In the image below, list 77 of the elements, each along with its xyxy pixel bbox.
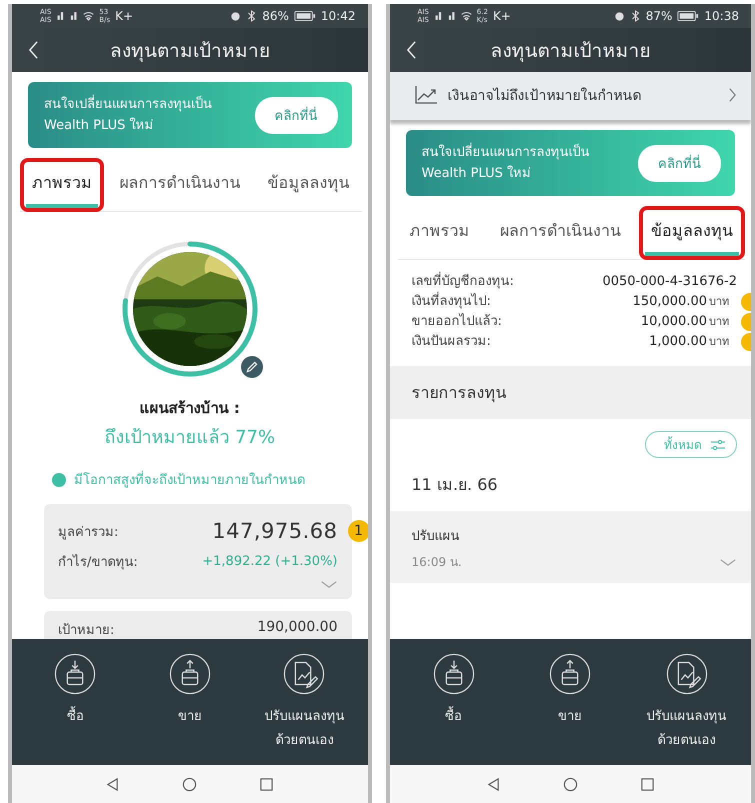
banner-text: สนใจเปลี่ยนแผนการลงทุนเป็น Wealth PLUS ใหม่ xyxy=(422,142,590,184)
progress-text: ถึงเป้าหมายแล้ว 77% xyxy=(103,426,276,450)
trend-chart-icon xyxy=(414,85,438,105)
sell-briefcase-icon[interactable] xyxy=(549,653,592,695)
summary-label: มูลค่ารวม: xyxy=(58,524,118,542)
signal-icon xyxy=(56,11,78,21)
back-nav-icon[interactable] xyxy=(105,776,120,792)
battery-percent: 86% xyxy=(262,9,289,23)
tab[interactable]: ผลการดำเนินงาน xyxy=(113,162,246,208)
chevron-down-icon xyxy=(719,558,737,567)
signal-icon xyxy=(434,11,456,21)
wifi-icon xyxy=(460,10,472,22)
back-nav-icon[interactable] xyxy=(486,776,501,792)
alert-text: เงินอาจไม่ถึงเป้าหมายในกำหนด xyxy=(448,86,642,106)
chevron-right-icon xyxy=(728,87,737,103)
back-icon[interactable] xyxy=(28,40,39,60)
info-value: 0050-000-4-31676-2 xyxy=(602,273,737,291)
action-label[interactable]: ขาย xyxy=(178,705,202,729)
edit-icon[interactable] xyxy=(240,356,263,378)
annotation-badge: 1 xyxy=(348,520,368,542)
info-label: เงินปันผลรวม: xyxy=(412,333,492,351)
status-text: K+ xyxy=(115,9,134,23)
sell-briefcase-icon[interactable] xyxy=(168,653,211,695)
info-value: 150,000.00 xyxy=(632,293,707,311)
action-label[interactable]: ปรับแผนลงทุน ด้วยตนเอง xyxy=(264,705,344,753)
unit-label: บาท xyxy=(709,314,730,330)
tab[interactable]: ผลการดำเนินงาน xyxy=(494,210,627,256)
info-value: 1,000.00 xyxy=(649,333,707,351)
summary-value: 147,975.68 xyxy=(212,519,338,543)
target-value: 190,000.00 xyxy=(257,619,338,637)
status-text: K+ xyxy=(492,9,511,23)
info-label: เลขที่บัญชีกองทุน: xyxy=(412,272,602,292)
plan-name: แผนสร้างบ้าน : xyxy=(138,398,241,419)
tab[interactable]: ข้อมูลลงทุน xyxy=(645,210,739,256)
alert-bar[interactable]: เงินอาจไม่ถึงเป้าหมายในกำหนด xyxy=(390,72,751,120)
summary-value: +1,892.22 (+1.30%) xyxy=(202,554,338,568)
unit-label: บาท xyxy=(709,334,730,350)
recents-nav-icon[interactable] xyxy=(640,776,655,792)
buy-briefcase-icon[interactable] xyxy=(432,653,475,695)
action-label[interactable]: ซื้อ xyxy=(445,705,462,729)
status-text: มีโอกาสสูงที่จะถึงเป้าหมายภายในกำหนด xyxy=(74,469,305,490)
home-nav-icon[interactable] xyxy=(562,776,578,792)
screen-title: ลงทุนตามเป้าหมาย xyxy=(110,39,270,64)
battery-percent: 87% xyxy=(646,9,672,23)
transaction-title: ปรับแผน xyxy=(412,528,460,546)
back-icon[interactable] xyxy=(406,40,416,60)
wifi-icon xyxy=(83,10,94,22)
bluetooth-icon xyxy=(246,10,258,22)
bluetooth-icon xyxy=(630,10,641,22)
battery-icon xyxy=(294,10,316,22)
clock: 10:38 xyxy=(704,9,739,23)
info-label: เงินที่ลงทุนไป: xyxy=(412,292,633,312)
tab[interactable]: ภาพรวม xyxy=(26,162,98,208)
target-label: เป้าหมาย: xyxy=(58,622,114,639)
info-value: 10,000.00 xyxy=(640,313,707,331)
buy-briefcase-icon[interactable] xyxy=(54,653,96,695)
action-label[interactable]: ปรับแผนลงทุน ด้วยตนเอง xyxy=(646,705,727,753)
document-edit-icon[interactable] xyxy=(283,653,326,695)
action-label[interactable]: ซื้อ xyxy=(66,705,84,729)
tab[interactable]: ข้อมูลลงทุน xyxy=(262,162,356,208)
banner-text: สนใจเปลี่ยนแผนการลงทุนเป็น Wealth PLUS ใหม่ xyxy=(44,94,212,136)
document-edit-icon[interactable] xyxy=(666,653,708,695)
unit-label: บาท xyxy=(709,294,730,310)
clock: 10:42 xyxy=(320,9,356,23)
date-heading: 11 เม.ย. 66 xyxy=(410,474,499,496)
home-nav-icon[interactable] xyxy=(182,776,198,792)
action-label[interactable]: ขาย xyxy=(558,705,582,729)
recents-nav-icon[interactable] xyxy=(259,776,274,792)
info-label: ขายออกไปแล้ว: xyxy=(412,312,503,331)
summary-label: กำไร/ขาดทุน: xyxy=(58,553,138,572)
transaction-time: 16:09 น. xyxy=(412,554,462,571)
transaction-item[interactable]: ปรับแผน 16:09 น. xyxy=(390,511,751,583)
filter-icon xyxy=(710,438,726,450)
tab[interactable]: ภาพรวม xyxy=(404,210,476,256)
section-title: รายการลงทุน xyxy=(412,383,506,402)
screen-title: ลงทุนตามเป้าหมาย xyxy=(490,39,650,64)
battery-icon xyxy=(677,10,700,22)
